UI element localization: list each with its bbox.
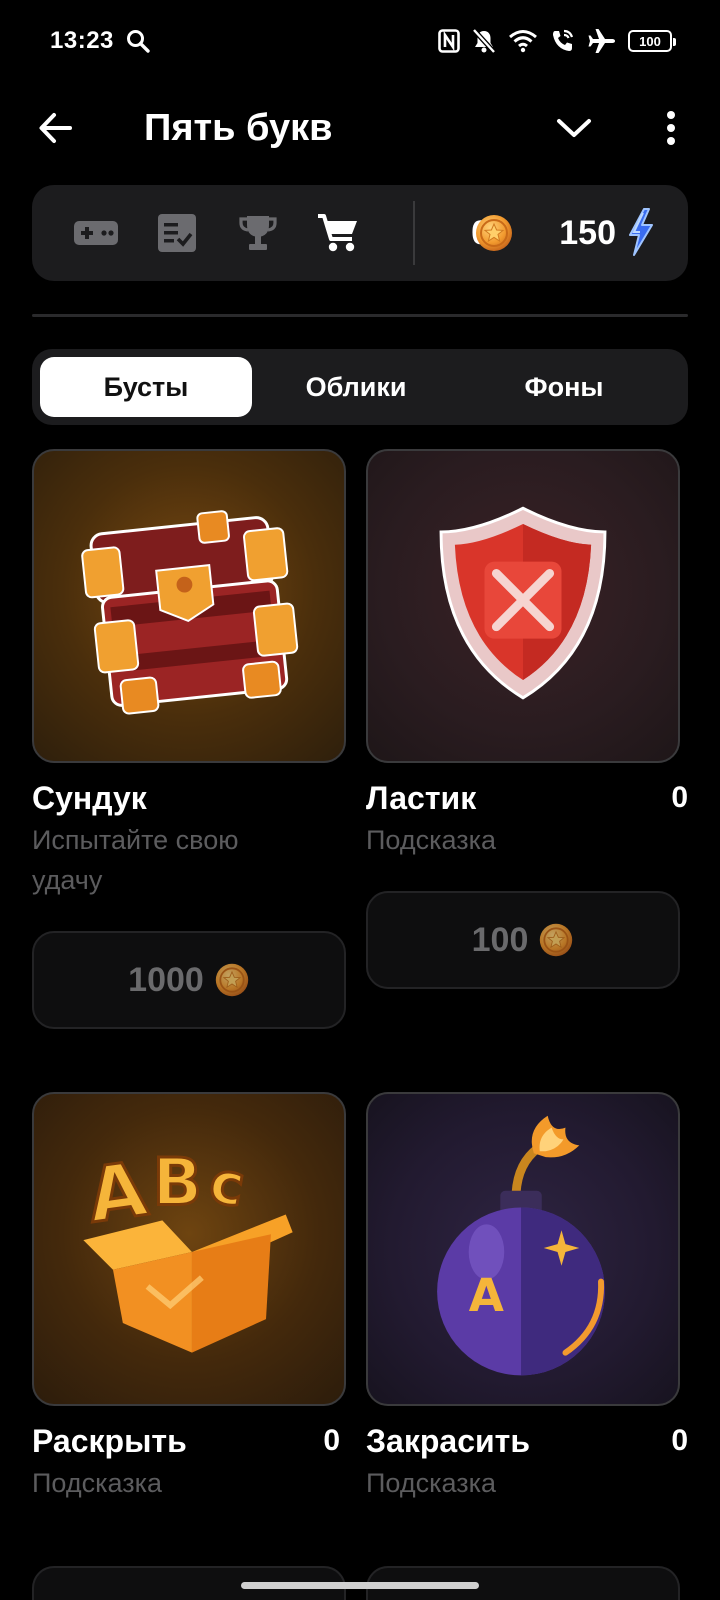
item-title: Раскрыть [32, 1423, 187, 1459]
shop-item-image[interactable]: A [366, 1092, 680, 1406]
coin-icon [539, 922, 574, 958]
tab-boosts[interactable]: Бусты [40, 357, 252, 417]
page-title: Пять букв [144, 107, 333, 149]
status-bar: 13:23 100 [0, 0, 720, 84]
app-bar: Пять букв [0, 84, 720, 180]
category-tabs: Бусты Облики Фоны [32, 349, 688, 425]
buy-button[interactable]: 1000 [32, 931, 346, 1029]
tasks-button[interactable] [153, 209, 201, 257]
item-subtitle: Подсказка [366, 825, 497, 855]
chevron-down-icon [557, 119, 591, 137]
mute-icon [472, 28, 496, 54]
more-options-button[interactable] [651, 106, 691, 150]
shop-item-image[interactable] [32, 449, 346, 763]
more-vertical-icon [667, 111, 675, 145]
item-subtitle: Подсказка [366, 1468, 497, 1498]
coin-icon [214, 962, 249, 998]
gamepad-icon [74, 221, 118, 245]
item-title: Закрасить [366, 1423, 531, 1459]
letter-bomb-icon: A [437, 1115, 605, 1376]
item-title: Сундук [32, 780, 147, 816]
shop-item-image[interactable]: A B c [32, 1092, 346, 1406]
battery-icon: 100 [628, 30, 676, 52]
nfc-icon [438, 29, 460, 53]
price-label: 1000 [128, 960, 204, 999]
back-arrow-icon [39, 113, 72, 143]
back-button[interactable] [34, 106, 78, 150]
item-quantity: 0 [323, 1424, 340, 1457]
games-button[interactable] [72, 209, 120, 257]
status-icons: 100 [438, 26, 676, 56]
tab-backgrounds[interactable]: Фоны [458, 357, 670, 417]
shop-item-image[interactable] [366, 449, 680, 763]
price-label: 100 [471, 920, 529, 959]
item-subtitle: Подсказка [32, 1468, 163, 1498]
svg-text:B: B [152, 1146, 202, 1221]
item-quantity: 0 [671, 1424, 688, 1457]
buy-button[interactable]: 100 [366, 891, 680, 989]
toolbar-divider [413, 201, 415, 265]
lightning-icon [629, 208, 653, 256]
top-toolbar: 0 150 [32, 185, 688, 281]
energy-balance: 150 [559, 214, 616, 252]
coin-icon [475, 214, 513, 252]
wifi-icon [509, 30, 537, 53]
dropdown-button[interactable] [552, 106, 596, 150]
item-title: Ластик [366, 780, 477, 816]
item-subtitle: Испытайте свою удачу [32, 825, 239, 895]
status-time: 13:23 [50, 27, 114, 54]
svg-text:A: A [82, 1145, 152, 1240]
svg-text:c: c [205, 1148, 250, 1220]
search-icon [127, 30, 150, 53]
battery-level: 100 [639, 33, 661, 49]
tab-skins[interactable]: Облики [250, 357, 462, 417]
shop-button[interactable] [314, 209, 362, 257]
wifi-call-icon [553, 29, 574, 51]
shield-cross-icon [439, 506, 607, 700]
checklist-icon [158, 214, 196, 252]
leaderboard-button[interactable] [234, 209, 282, 257]
cart-icon [318, 214, 357, 252]
svg-text:A: A [469, 1269, 504, 1322]
trophy-icon [239, 216, 277, 250]
item-quantity: 0 [671, 781, 688, 814]
airplane-icon [588, 29, 615, 53]
treasure-chest-icon [81, 510, 299, 715]
abc-box-icon: A B c [81, 1143, 293, 1353]
divider [32, 314, 688, 317]
home-indicator[interactable] [241, 1582, 479, 1589]
